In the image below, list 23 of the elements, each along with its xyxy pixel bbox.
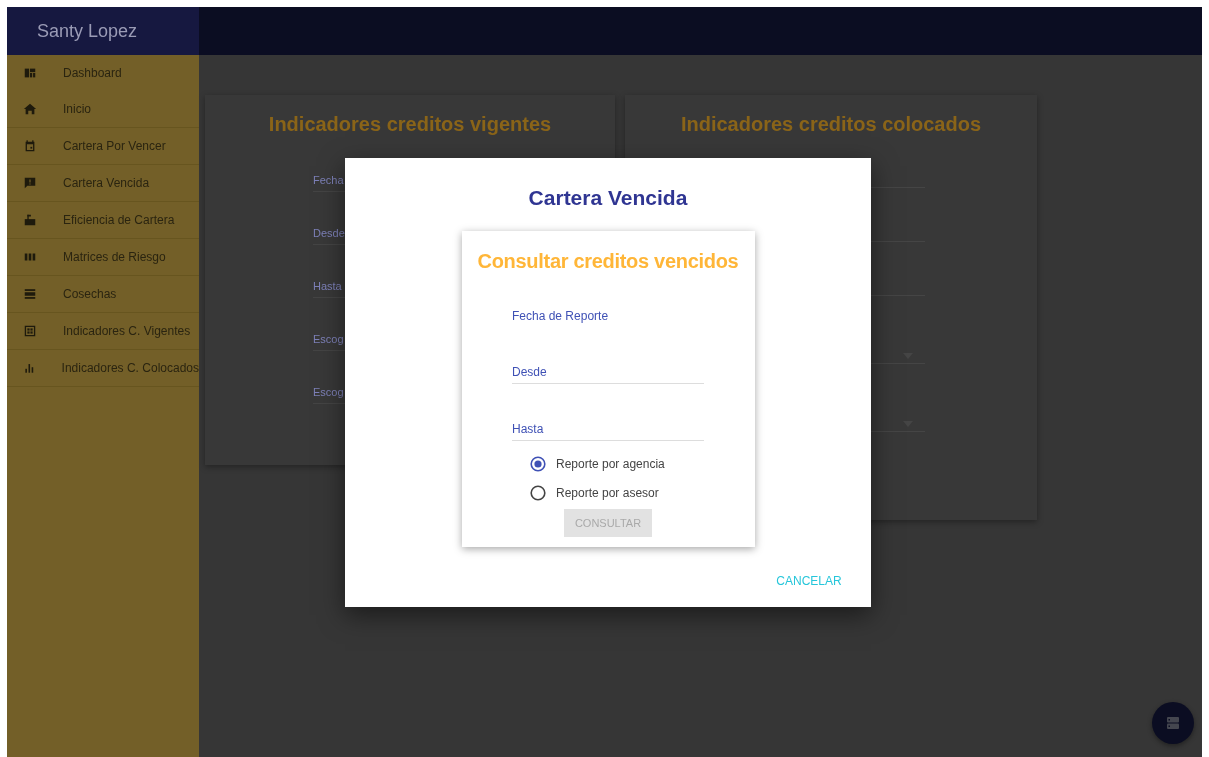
calendar-icon [23, 139, 37, 153]
mailbox-icon [23, 213, 37, 227]
form-title: Consultar creditos vencidos [477, 250, 739, 273]
card-title: Indicadores creditos colocados [679, 113, 983, 136]
alert-message-icon [23, 176, 37, 190]
field-label: Fecha de Reporte [512, 309, 610, 323]
grid-icon [23, 324, 37, 338]
date-field[interactable]: Hasta [512, 422, 704, 441]
radio-icon[interactable] [530, 456, 546, 472]
cancel-button[interactable]: CANCELAR [765, 567, 853, 595]
date-field[interactable]: Desde [512, 365, 704, 384]
home-icon [23, 102, 37, 116]
card-title: Indicadores creditos vigentes [267, 113, 553, 136]
rows-icon [23, 287, 37, 301]
dashboard-icon [23, 66, 37, 80]
bar-chart-icon [23, 361, 36, 375]
sidebar-item[interactable]: Dashboard [7, 55, 199, 91]
user-name: Santy Lopez [37, 20, 138, 42]
radio-icon[interactable] [530, 485, 546, 501]
storage-icon [1166, 716, 1180, 730]
radio-option[interactable]: Reporte por asesor [530, 485, 704, 501]
dialog-title: Cartera Vencida [528, 186, 688, 210]
radio-option[interactable]: Reporte por agencia [530, 456, 704, 472]
